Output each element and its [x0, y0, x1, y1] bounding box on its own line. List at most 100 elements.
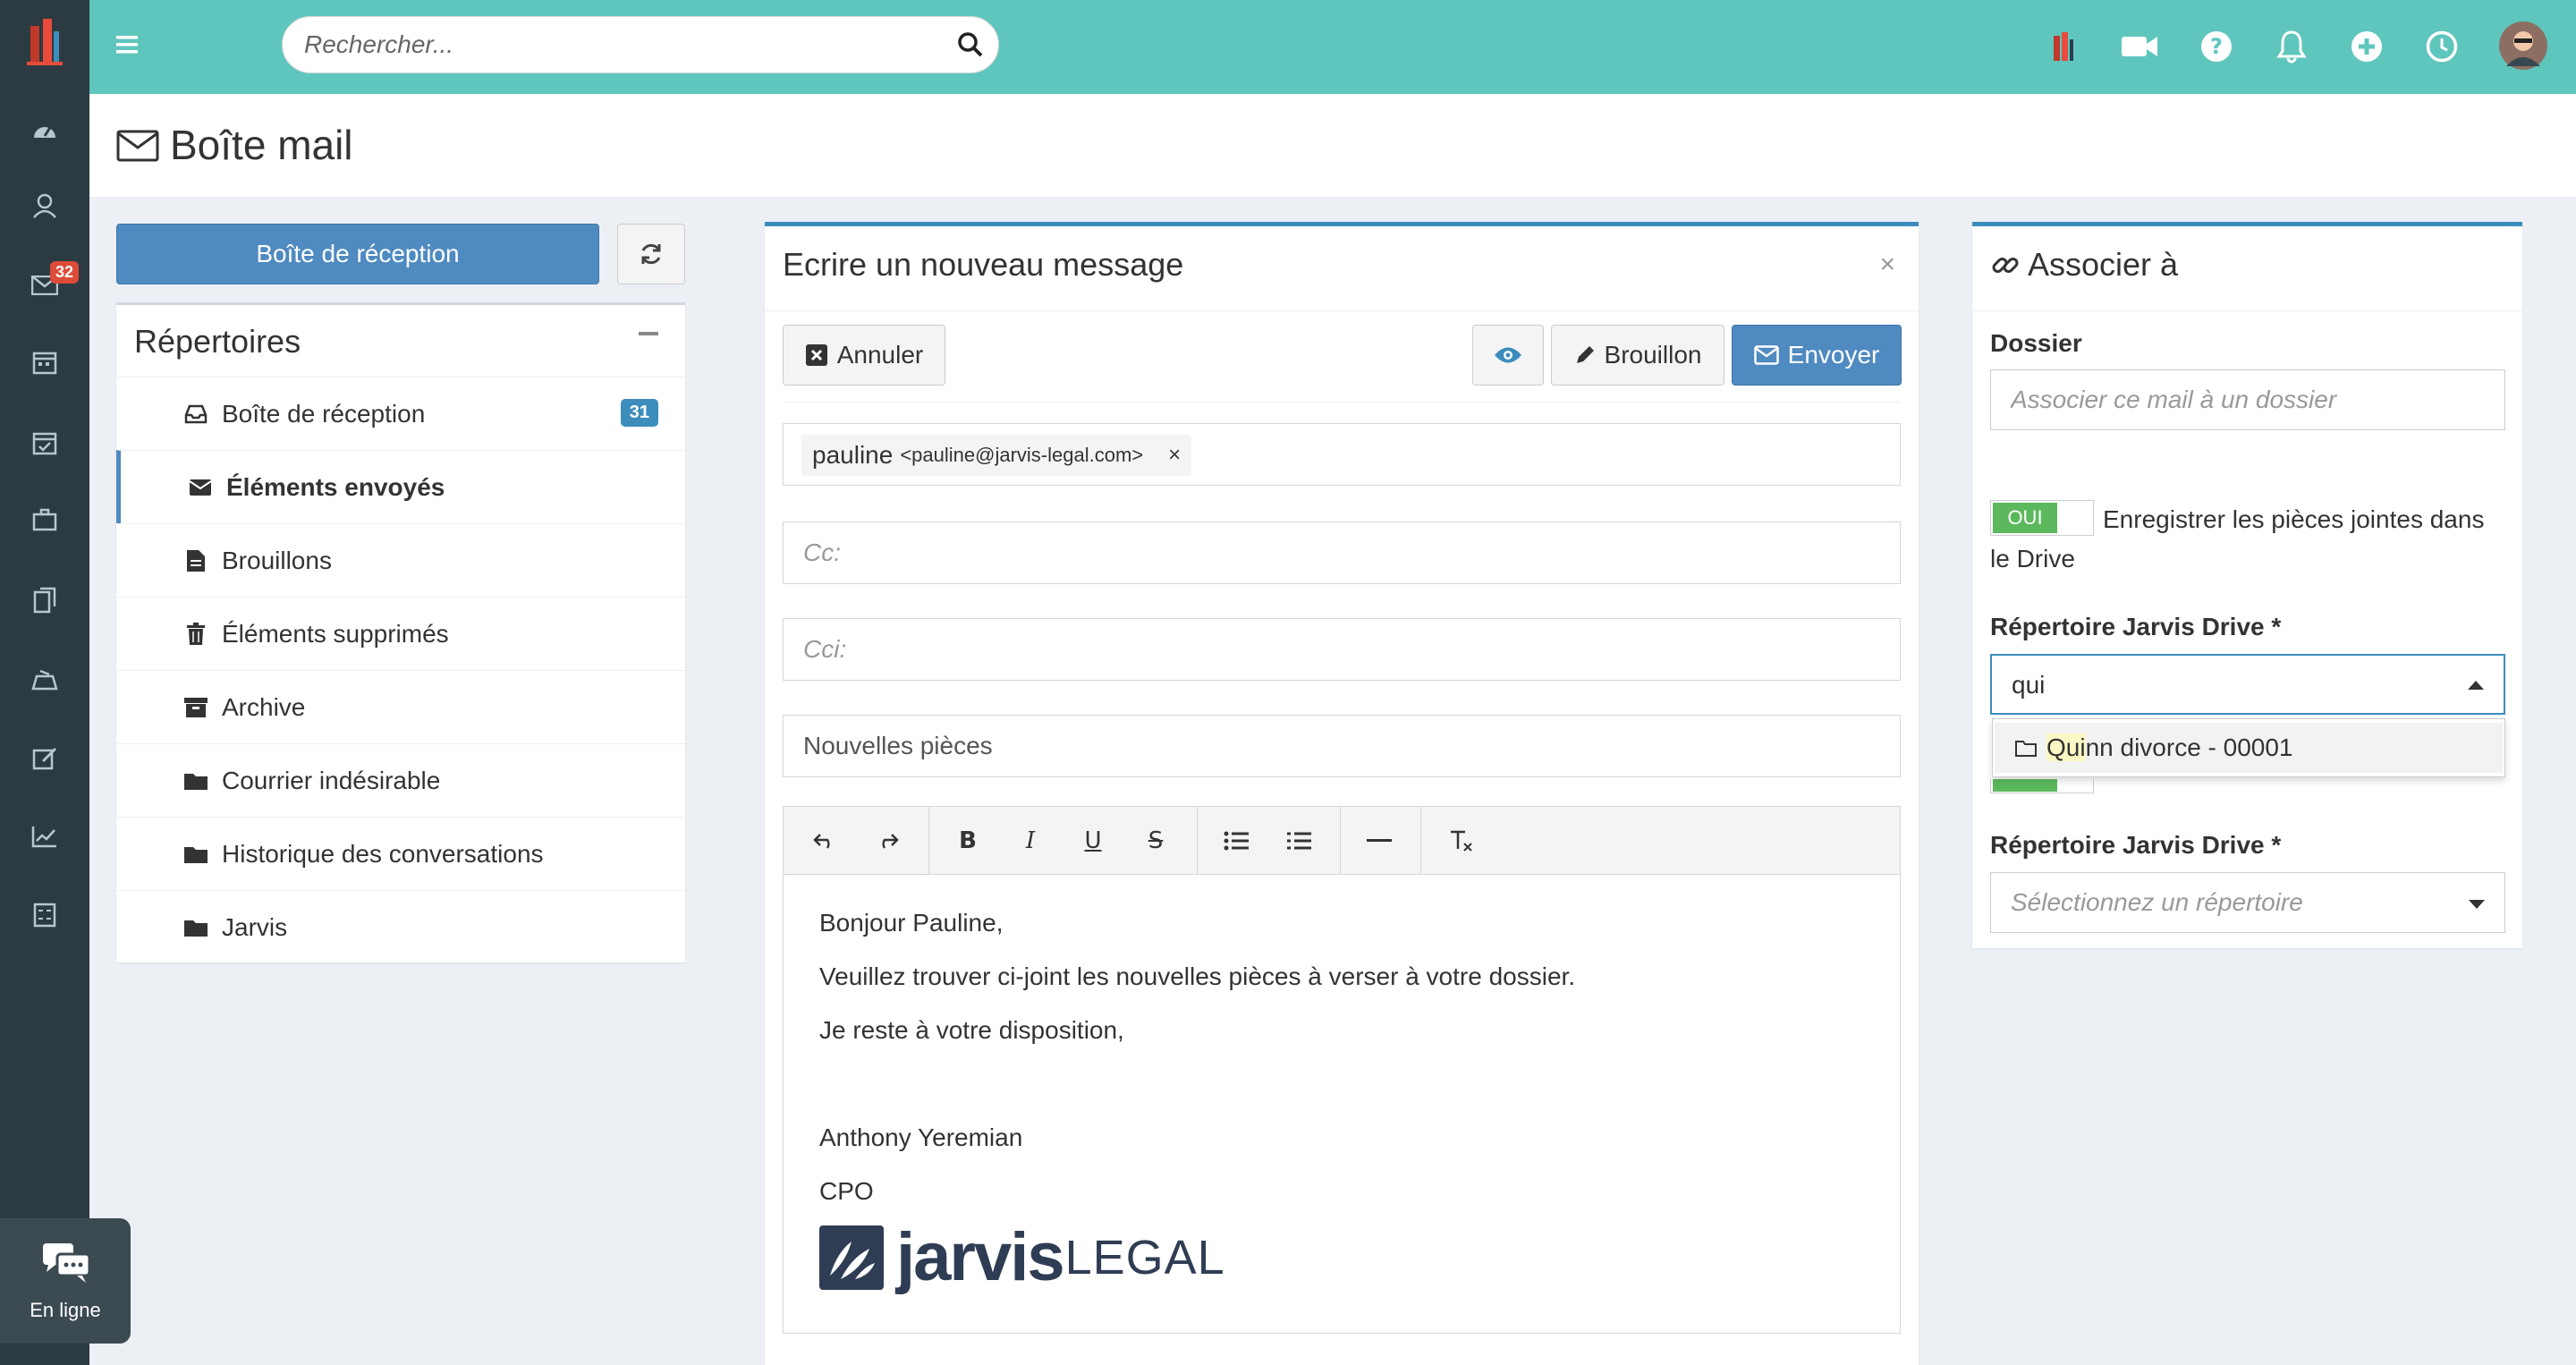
folder-item-inbox[interactable]: Boîte de réception 31 [116, 377, 685, 450]
body-line: Je reste à votre disposition, [819, 1016, 1124, 1044]
folder-label: Boîte de réception [222, 400, 426, 428]
inbox-tray-icon [182, 401, 209, 428]
clock-icon[interactable] [2422, 27, 2462, 66]
draft-label: Brouillon [1604, 341, 1702, 369]
bullet-list-icon[interactable] [1218, 823, 1254, 859]
user-avatar[interactable] [2499, 21, 2547, 70]
message-body: Bonjour Pauline, Veuillez trouver ci-joi… [819, 896, 1575, 1218]
editor-toolbar: B I U S [784, 807, 1900, 875]
subject-field [783, 715, 1901, 777]
bell-icon[interactable] [2272, 27, 2311, 66]
bold-icon[interactable]: B [950, 823, 986, 859]
caret-down-icon[interactable] [2469, 900, 2485, 909]
caret-up-icon[interactable] [2468, 681, 2484, 690]
subject-input[interactable] [803, 716, 1877, 776]
help-icon[interactable]: ? [2197, 27, 2236, 66]
recipient-email: <pauline@jarvis-legal.com> [900, 444, 1144, 466]
inbox-button[interactable]: Boîte de réception [116, 224, 599, 284]
cancel-button[interactable]: Annuler [783, 325, 945, 386]
edit-icon[interactable] [28, 741, 62, 775]
archive-box-icon[interactable] [28, 662, 62, 696]
chart-line-icon[interactable] [28, 819, 62, 853]
folder-item-junk[interactable]: Courrier indésirable [116, 743, 685, 817]
calculator-icon[interactable] [28, 898, 62, 932]
bcc-field [783, 618, 1901, 681]
preview-button[interactable] [1472, 325, 1544, 386]
folder-outline-icon [2015, 741, 2037, 757]
documents-icon[interactable] [28, 583, 62, 617]
associate-title: Associer à [1990, 246, 2178, 284]
refresh-icon [641, 243, 661, 265]
folder-label: Courrier indésirable [222, 767, 441, 794]
toggle-on-label: OUI [1993, 503, 2057, 533]
folder-icon [182, 914, 209, 941]
page-title: Boîte mail [170, 122, 353, 168]
refresh-button[interactable] [617, 224, 685, 284]
video-camera-icon[interactable] [2120, 27, 2159, 66]
draft-button[interactable]: Brouillon [1551, 325, 1724, 386]
jarvis-app-icon[interactable] [2044, 27, 2083, 66]
horizontal-rule-icon[interactable] [1361, 823, 1397, 859]
eye-icon [1495, 347, 1521, 363]
redo-icon[interactable] [869, 823, 905, 859]
option-match-highlight: Qui [2046, 733, 2086, 761]
body-line: Bonjour Pauline, [819, 909, 1004, 937]
strikethrough-icon[interactable]: S [1138, 823, 1174, 859]
numbered-list-icon[interactable] [1281, 823, 1317, 859]
archive-icon [182, 694, 209, 721]
save-attachments-toggle[interactable]: OUI [1990, 500, 2094, 536]
chat-widget[interactable]: En ligne [0, 1218, 131, 1344]
folder-label: Historique des conversations [222, 840, 544, 868]
folder-item-archive[interactable]: Archive [116, 670, 685, 743]
folder-item-conversation-history[interactable]: Historique des conversations [116, 817, 685, 890]
compose-panel: Ecrire un nouveau message × Annuler Brou… [765, 222, 1919, 1365]
search-input[interactable] [304, 17, 930, 72]
underline-icon[interactable]: U [1075, 823, 1111, 859]
folder-item-sent[interactable]: Éléments envoyés [116, 450, 685, 523]
contacts-icon[interactable] [28, 189, 62, 223]
message-editor[interactable]: B I U S Bonjour Pauline, Veuillez trouve… [783, 806, 1901, 1334]
send-button[interactable]: Envoyer [1732, 325, 1902, 386]
remove-recipient-icon[interactable]: × [1168, 443, 1181, 468]
dossier-input[interactable] [2011, 370, 2476, 429]
logo-word-light: LEGAL [1064, 1230, 1225, 1284]
top-navbar: ? [89, 0, 2576, 94]
dropdown-option[interactable]: Quinn divorce - 00001 [1995, 723, 2503, 773]
calendar-icon[interactable] [28, 345, 62, 379]
trash-icon [182, 621, 209, 648]
close-icon[interactable]: × [1879, 250, 1895, 280]
drive-folder-select[interactable] [1990, 872, 2505, 933]
folder-item-drafts[interactable]: Brouillons [116, 523, 685, 597]
app-logo[interactable] [23, 9, 66, 72]
chat-status-label: En ligne [30, 1299, 101, 1321]
add-circle-icon[interactable] [2347, 27, 2386, 66]
envelope-filled-icon [187, 474, 214, 501]
drive-folder-search-input[interactable] [2012, 656, 2477, 715]
folder-item-deleted[interactable]: Éléments supprimés [116, 597, 685, 670]
drive-folder-dropdown: Quinn divorce - 00001 [1992, 718, 2505, 777]
tasks-calendar-icon[interactable] [28, 426, 62, 460]
pencil-icon [1576, 346, 1594, 363]
logo-word-bold: jarvis [896, 1219, 1065, 1295]
briefcase-icon[interactable] [28, 503, 62, 537]
italic-icon[interactable]: I [1013, 823, 1048, 859]
folder-item-jarvis[interactable]: Jarvis [116, 890, 685, 963]
collapse-minus-icon[interactable] [639, 332, 658, 335]
undo-icon[interactable] [807, 823, 843, 859]
drive-folder-search [1990, 654, 2505, 715]
bcc-input[interactable] [803, 619, 1877, 680]
cc-input[interactable] [803, 522, 1877, 583]
folder-label: Brouillons [222, 547, 332, 574]
drive-folder-label-2: Répertoire Jarvis Drive * [1990, 831, 2282, 859]
folder-label: Jarvis [222, 913, 288, 941]
sidebar: 32 [0, 0, 89, 1365]
dashboard-icon[interactable] [28, 113, 62, 147]
drive-folder-label: Répertoire Jarvis Drive * [1990, 613, 2282, 640]
to-field[interactable]: pauline <pauline@jarvis-legal.com> × [783, 423, 1901, 486]
hamburger-menu-icon[interactable] [116, 34, 140, 55]
clear-formatting-icon[interactable] [1444, 823, 1479, 859]
mail-badge: 32 [50, 261, 80, 284]
search-icon[interactable] [957, 31, 984, 58]
jarvis-logo-mark [819, 1225, 884, 1290]
drive-folder-select-input[interactable] [2011, 873, 2476, 932]
